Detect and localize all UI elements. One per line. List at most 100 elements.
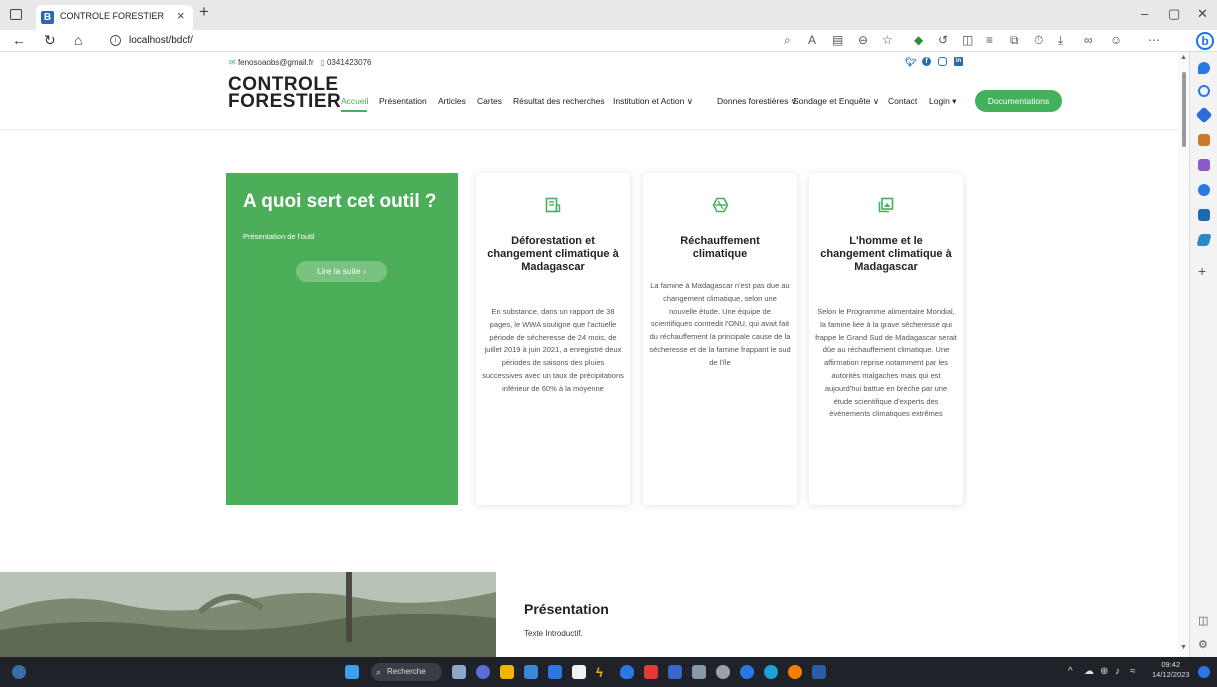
search-page-icon[interactable]: ⌕ [784,33,791,48]
browser-tab-bar: B CONTROLE FORESTIER × + – ▢ ✕ [0,0,1217,30]
home-icon[interactable]: ⌂ [74,32,82,48]
clock-date: 14/12/2023 [1152,670,1190,679]
card-rechauffement[interactable]: Réchauffement climatique La famine à Mad… [643,173,797,505]
settings-app-icon[interactable] [716,665,730,679]
store-icon[interactable] [524,665,538,679]
card-text: La famine à Madagascar n'est pas due au … [649,281,791,367]
favorites-icon[interactable]: ≡ [986,33,993,47]
search-sidebar-icon[interactable] [1198,85,1210,97]
restore-button[interactable]: ▢ [1168,6,1180,22]
nav-sondage[interactable]: Sondage et Enquête ∨ [793,96,879,107]
nav-active-underline [341,110,367,112]
contact-topbar: ✉ fenosoaobs@gmail.fr ▯ 0341423076 🐦︎ f … [0,52,1178,74]
scroll-down-icon[interactable]: ▼ [1180,644,1187,651]
clock[interactable]: 09:42 14/12/2023 [1152,660,1190,680]
history-icon[interactable]: ⏱ [1034,33,1043,48]
chat-icon[interactable] [476,665,490,679]
copilot-icon[interactable]: b [1196,32,1214,50]
volume-icon[interactable]: ♪ [1115,666,1120,677]
sidebar-settings-icon[interactable]: ⚙ [1198,638,1208,651]
vscode-icon[interactable] [668,665,682,679]
firefox-icon[interactable] [788,665,802,679]
telegram-icon[interactable] [740,665,754,679]
nav-cartes[interactable]: Cartes [477,96,502,106]
refresh-extension-icon[interactable]: ↺ [938,33,948,47]
page-scrollbar[interactable]: ▲ ▼ [1178,52,1189,657]
tag-icon[interactable] [1195,106,1213,124]
network-icon[interactable]: ≈ [1130,666,1136,677]
nav-donnees[interactable]: Donnes forestières ∨ [717,96,797,107]
task-view-icon[interactable] [452,665,466,679]
collections-icon[interactable]: ⧉ [1010,33,1019,48]
m365-icon[interactable] [1198,184,1210,196]
taskbar-search[interactable]: ⌕ Recherche [371,663,442,681]
phone-text: 0341423076 [326,58,372,67]
reader-mode-icon[interactable]: ▤ [832,33,843,47]
outlook-icon[interactable] [1198,209,1210,221]
amazon-icon[interactable] [572,665,586,679]
edge-icon[interactable] [764,665,778,679]
drop-icon[interactable] [1196,234,1212,246]
nav-accueil[interactable]: Accueil [341,96,368,106]
tab-close-icon[interactable]: × [177,8,185,23]
facebook-icon[interactable]: f [922,57,931,66]
nav-presentation[interactable]: Présentation [379,96,427,106]
card-deforestation[interactable]: Déforestation et changement climatique à… [476,173,630,505]
new-tab-button[interactable]: + [199,2,209,22]
bell-icon[interactable] [1198,62,1210,74]
start-icon[interactable] [345,665,359,679]
scroll-thumb[interactable] [1182,72,1186,147]
nav-login[interactable]: Login ▾ [929,96,956,107]
sidebar-layout-icon[interactable]: ◫ [1198,614,1208,627]
close-window-button[interactable]: ✕ [1197,6,1208,22]
zoom-icon[interactable]: ⊖ [858,33,868,47]
toolbox-icon[interactable] [1198,134,1210,146]
nav-institution[interactable]: Institution et Action ∨ [613,96,693,107]
browser-tab[interactable]: B CONTROLE FORESTIER × [36,5,193,30]
read-aloud-icon[interactable]: A [808,33,816,47]
cloud-icon[interactable]: ☁ [1084,666,1094,677]
minimize-button[interactable]: – [1141,6,1148,21]
mail-app-icon[interactable] [548,665,562,679]
linkedin-icon[interactable]: in [954,57,963,66]
email-text[interactable]: fenosoaobs@gmail.fr [238,58,314,67]
shield-icon[interactable] [620,665,634,679]
more-menu-icon[interactable]: ⋯ [1148,33,1160,47]
nav-resultat[interactable]: Résultat des recherches [513,96,605,106]
download-icon[interactable]: ⤓ [1058,33,1063,48]
tab-actions-icon[interactable] [10,9,22,20]
file-explorer-icon[interactable] [500,665,514,679]
calculator-icon[interactable] [692,665,706,679]
hero-subtitle: Présentation de l'outil [243,232,315,241]
profile-icon[interactable]: ☺ [1110,33,1122,47]
bolt-icon[interactable]: ϟ [596,665,610,680]
youtube-icon[interactable] [644,665,658,679]
url-field[interactable]: localhost/bdcf/ [129,35,193,46]
back-icon[interactable]: ← [12,32,26,48]
read-more-button[interactable]: Lire la suite › [296,261,387,282]
language-icon[interactable]: ⊕ [1100,666,1108,677]
widgets-icon[interactable] [12,665,26,679]
site-info-icon[interactable]: i [110,35,121,46]
extension-icon[interactable]: ◆ [914,33,923,47]
favorite-star-icon[interactable]: ☆ [882,33,893,47]
tray-overflow-icon[interactable]: ^ [1068,666,1073,677]
games-icon[interactable] [1198,159,1210,171]
performance-icon[interactable]: ∞ [1084,33,1093,47]
instagram-icon[interactable] [938,57,947,66]
scroll-up-icon[interactable]: ▲ [1180,54,1187,61]
twitter-icon[interactable]: 🐦︎ [905,57,916,68]
site-logo[interactable]: CONTROLE FORESTIER [228,75,341,111]
documentations-button[interactable]: Documentations [975,90,1062,112]
nav-contact[interactable]: Contact [888,96,917,106]
add-sidebar-icon[interactable]: + [1198,263,1206,279]
refresh-icon[interactable]: ↻ [44,32,56,49]
card-homme[interactable]: L'homme et le changement climatique à Ma… [809,173,963,505]
nav-articles[interactable]: Articles [438,96,466,106]
card-text: En substance, dans un rapport de 38 page… [482,307,624,393]
windows-taskbar: ⌕ Recherche ϟ ^ ☁ ⊕ ♪ ≈ 09:42 14/12/2023 [0,657,1217,687]
split-screen-icon[interactable]: ◫ [962,33,973,47]
search-icon: ⌕ [376,667,382,677]
notification-icon[interactable] [1198,666,1210,678]
word-icon[interactable] [812,665,826,679]
